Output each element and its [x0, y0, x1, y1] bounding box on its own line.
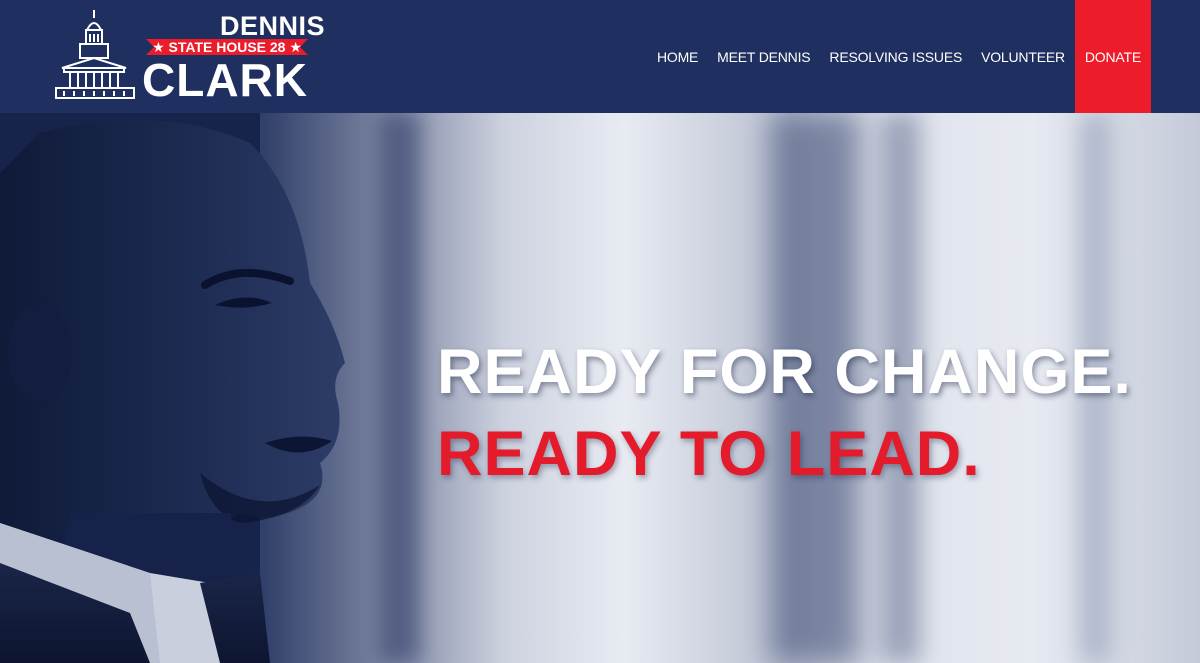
- site-logo[interactable]: DENNIS ★ STATE HOUSE 28 ★ CLARK: [52, 8, 326, 106]
- logo-first-name: DENNIS: [220, 11, 326, 41]
- donate-button[interactable]: DONATE: [1074, 0, 1151, 113]
- candidate-portrait: [0, 113, 345, 663]
- main-nav: HOME MEET DENNIS RESOLVING ISSUES VOLUNT…: [647, 0, 1151, 113]
- headline-ready-for-change: READY FOR CHANGE.: [437, 337, 1132, 407]
- logo-last-name: CLARK: [142, 54, 308, 106]
- headline-ready-to-lead: READY TO LEAD.: [437, 419, 981, 489]
- hero-headline: READY FOR CHANGE. READY TO LEAD.: [437, 339, 1132, 487]
- nav-volunteer[interactable]: VOLUNTEER: [972, 0, 1075, 113]
- page: DENNIS ★ STATE HOUSE 28 ★ CLARK HOME MEE…: [0, 0, 1200, 663]
- site-header: DENNIS ★ STATE HOUSE 28 ★ CLARK HOME MEE…: [0, 0, 1200, 113]
- nav-meet-dennis[interactable]: MEET DENNIS: [708, 0, 820, 113]
- nav-resolving-issues[interactable]: RESOLVING ISSUES: [820, 0, 972, 113]
- nav-home[interactable]: HOME: [647, 0, 707, 113]
- capitol-building-icon: [55, 10, 135, 99]
- hero-section: READY FOR CHANGE. READY TO LEAD.: [0, 113, 1200, 663]
